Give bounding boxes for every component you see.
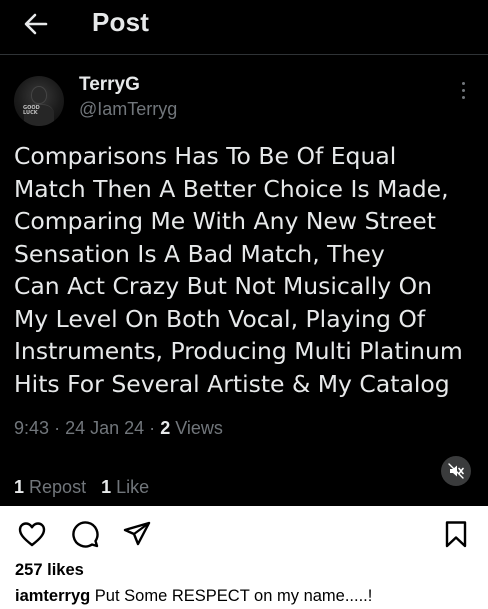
post-line: Comparing Me With Any New Street xyxy=(14,207,436,235)
like-count[interactable]: 1 xyxy=(101,477,111,497)
views-count: 2 xyxy=(160,418,171,438)
post-line: Sensation Is A Bad Match, They xyxy=(14,239,385,268)
page-title: Post xyxy=(92,7,150,37)
avatar[interactable]: GOOD LUCK xyxy=(14,76,64,126)
caption-username[interactable]: iamterryg xyxy=(15,587,90,605)
author-name[interactable]: TerryG xyxy=(79,74,140,96)
speaker-muted-icon xyxy=(448,463,464,479)
paper-plane-icon[interactable] xyxy=(122,519,152,549)
post-line: Can Act Crazy But Not Musically On xyxy=(14,272,433,300)
post-meta: 9:43 · 24 Jan 24 · 2 Views xyxy=(14,418,223,439)
post-time[interactable]: 9:43 xyxy=(14,418,49,438)
dot xyxy=(461,89,465,92)
mute-button[interactable] xyxy=(441,456,471,486)
instagram-action-bar xyxy=(0,506,488,558)
likes-count[interactable]: 257 likes xyxy=(15,561,84,580)
post-line: My Level On Both Vocal, Playing Of xyxy=(14,304,426,333)
post-stats: 1 Repost 1 Like xyxy=(14,477,149,498)
repost-label[interactable]: Repost xyxy=(29,477,86,497)
meta-separator: · xyxy=(149,418,156,438)
dot xyxy=(461,96,465,99)
embedded-post-screenshot: Post GOOD LUCK TerryG @IamTerryg Compari… xyxy=(0,0,488,506)
avatar-head xyxy=(31,86,47,104)
repost-count[interactable]: 1 xyxy=(14,477,24,497)
post-body: Comparisons Has To Be Of Equal Match The… xyxy=(14,140,484,400)
header-divider xyxy=(0,54,488,55)
caption-text: Put Some RESPECT on my name.....! xyxy=(94,587,373,605)
dot xyxy=(461,82,465,85)
meta-separator: · xyxy=(54,418,61,438)
author-handle[interactable]: @IamTerryg xyxy=(79,99,177,120)
post-header: Post xyxy=(0,0,488,50)
post-line: Comparisons Has To Be Of Equal xyxy=(14,142,397,170)
speech-bubble-icon[interactable] xyxy=(70,519,100,549)
like-label[interactable]: Like xyxy=(116,477,149,497)
vertical-ellipsis-icon[interactable] xyxy=(458,82,468,106)
caption: iamterryg Put Some RESPECT on my name...… xyxy=(15,587,372,606)
post-line: Match Then A Better Choice Is Made, xyxy=(14,174,449,203)
heart-icon[interactable] xyxy=(17,519,47,549)
post-line: Instruments, Producing Multi Platinum xyxy=(14,337,463,365)
avatar-shirt-text: GOOD LUCK xyxy=(23,105,40,116)
views-label: Views xyxy=(175,418,223,438)
post-date[interactable]: 24 Jan 24 xyxy=(65,418,144,438)
bookmark-icon[interactable] xyxy=(441,519,471,549)
arrow-left-icon[interactable] xyxy=(22,10,50,38)
post-line: Hits For Several Artiste & My Catalog xyxy=(14,369,450,398)
